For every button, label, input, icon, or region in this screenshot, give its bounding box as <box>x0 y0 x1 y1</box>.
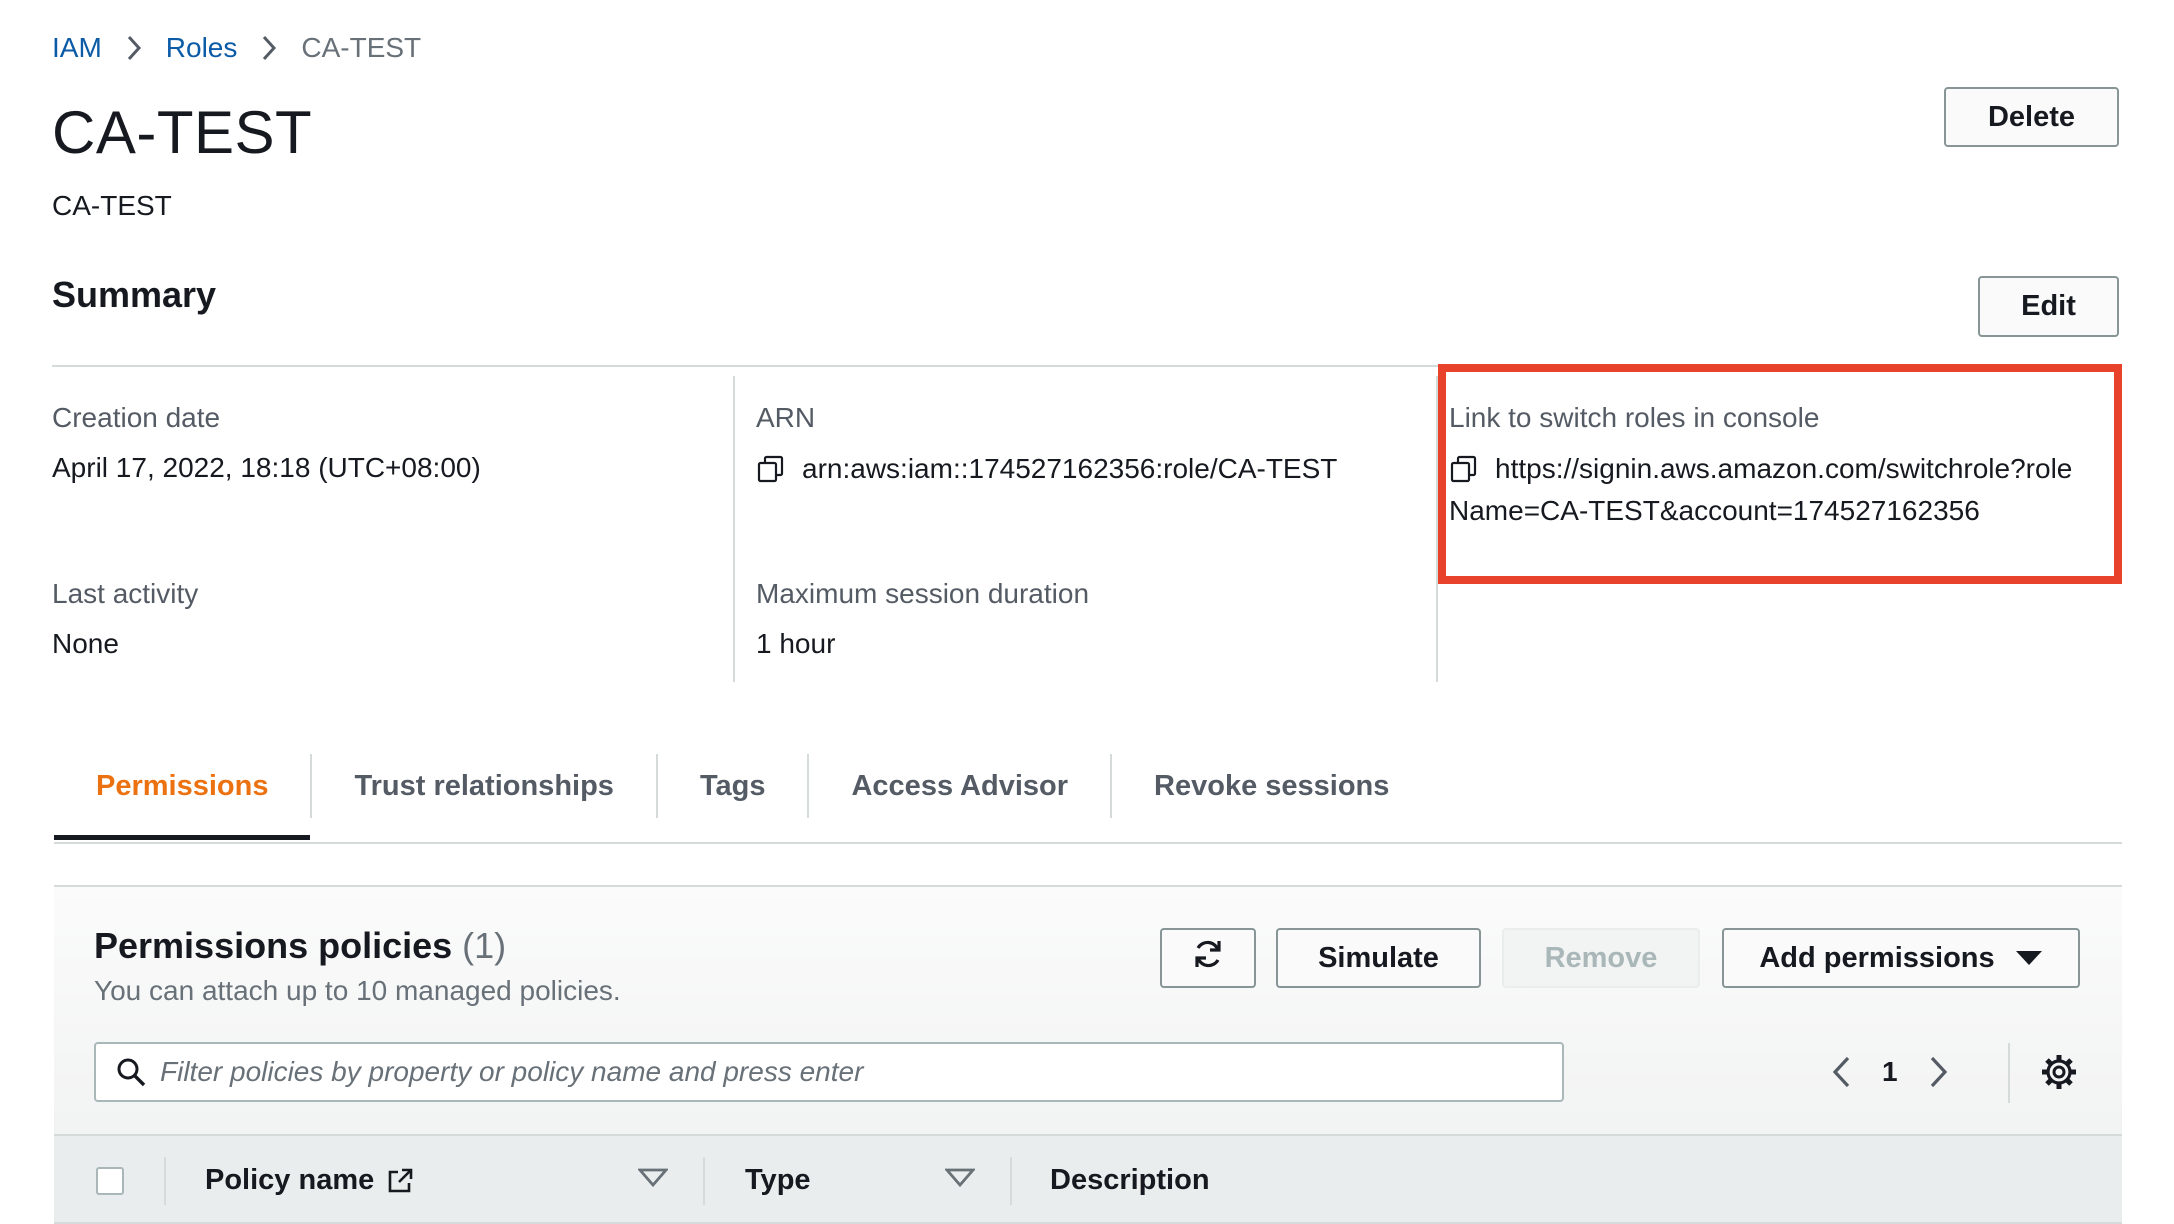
tab-revoke-sessions[interactable]: Revoke sessions <box>1112 750 1431 840</box>
column-divider <box>164 1157 166 1205</box>
permissions-policies-title: Permissions policies (1) <box>94 925 506 967</box>
chevron-right-icon <box>261 35 277 61</box>
sort-caret-icon[interactable] <box>638 1168 668 1188</box>
remove-button[interactable]: Remove <box>1502 928 1700 988</box>
tab-tags[interactable]: Tags <box>658 750 808 840</box>
breadcrumb-current: CA-TEST <box>301 32 422 63</box>
add-permissions-button[interactable]: Add permissions <box>1722 928 2080 988</box>
external-link-icon <box>386 1167 414 1195</box>
permissions-policies-description: You can attach up to 10 managed policies… <box>94 975 621 1006</box>
tab-access-advisor[interactable]: Access Advisor <box>809 750 1110 840</box>
policy-search-input[interactable] <box>160 1056 1540 1088</box>
chevron-left-icon[interactable] <box>1830 1055 1852 1089</box>
refresh-icon <box>1191 937 1225 979</box>
last-activity-label: Last activity <box>52 578 199 609</box>
permissions-policies-heading: Permissions policies <box>94 925 453 966</box>
highlight-box <box>1438 364 2122 584</box>
column-header-policy-name[interactable]: Policy name <box>205 1164 414 1197</box>
edit-button[interactable]: Edit <box>1978 276 2119 337</box>
refresh-button[interactable] <box>1160 928 1256 988</box>
add-permissions-label: Add permissions <box>1759 941 1995 974</box>
chevron-right-icon <box>126 35 142 61</box>
column-divider <box>1010 1157 1012 1205</box>
copy-icon[interactable] <box>756 454 786 484</box>
caret-down-icon <box>2015 950 2043 966</box>
column-header-description: Description <box>1050 1164 1210 1196</box>
max-session-label: Maximum session duration <box>756 578 1090 609</box>
tab-bar: Permissions Trust relationships Tags Acc… <box>54 750 1431 840</box>
role-description: CA-TEST <box>52 190 172 221</box>
tab-permissions[interactable]: Permissions <box>54 750 311 840</box>
max-session-value: 1 hour <box>756 628 836 659</box>
sort-caret-icon[interactable] <box>945 1168 975 1188</box>
arn-value: arn:aws:iam::174527162356:role/CA-TEST <box>802 453 1338 484</box>
creation-date-value: April 17, 2022, 18:18 (UTC+08:00) <box>52 452 481 483</box>
page-number[interactable]: 1 <box>1882 1056 1898 1088</box>
arn-value-row: arn:aws:iam::174527162356:role/CA-TEST <box>756 453 1337 485</box>
breadcrumb: IAM Roles CA-TEST <box>52 28 421 68</box>
column-divider <box>703 1157 705 1205</box>
arn-label: ARN <box>756 402 816 433</box>
policy-filter <box>94 1042 1564 1102</box>
pagination-divider <box>2008 1043 2010 1103</box>
select-all-checkbox[interactable] <box>96 1167 124 1195</box>
column-header-type[interactable]: Type <box>745 1164 811 1197</box>
creation-date-label: Creation date <box>52 402 221 433</box>
chevron-right-icon[interactable] <box>1928 1055 1950 1089</box>
summary-divider <box>52 365 1440 367</box>
tab-trust-relationships[interactable]: Trust relationships <box>312 750 655 840</box>
column-divider <box>733 376 735 682</box>
breadcrumb-roles-link[interactable]: Roles <box>166 32 238 64</box>
simulate-button[interactable]: Simulate <box>1276 928 1481 988</box>
gear-icon[interactable] <box>2040 1053 2078 1091</box>
search-icon <box>116 1057 146 1087</box>
policy-name-header-label: Policy name <box>205 1164 375 1196</box>
breadcrumb-iam-link[interactable]: IAM <box>52 32 102 64</box>
policy-count: (1) <box>462 925 507 966</box>
delete-button[interactable]: Delete <box>1944 87 2119 147</box>
summary-title: Summary <box>52 274 217 315</box>
page-title: CA-TEST <box>52 99 313 166</box>
pagination: 1 <box>1830 1050 1950 1094</box>
last-activity-value: None <box>52 628 119 659</box>
tabs-divider <box>54 842 2122 844</box>
